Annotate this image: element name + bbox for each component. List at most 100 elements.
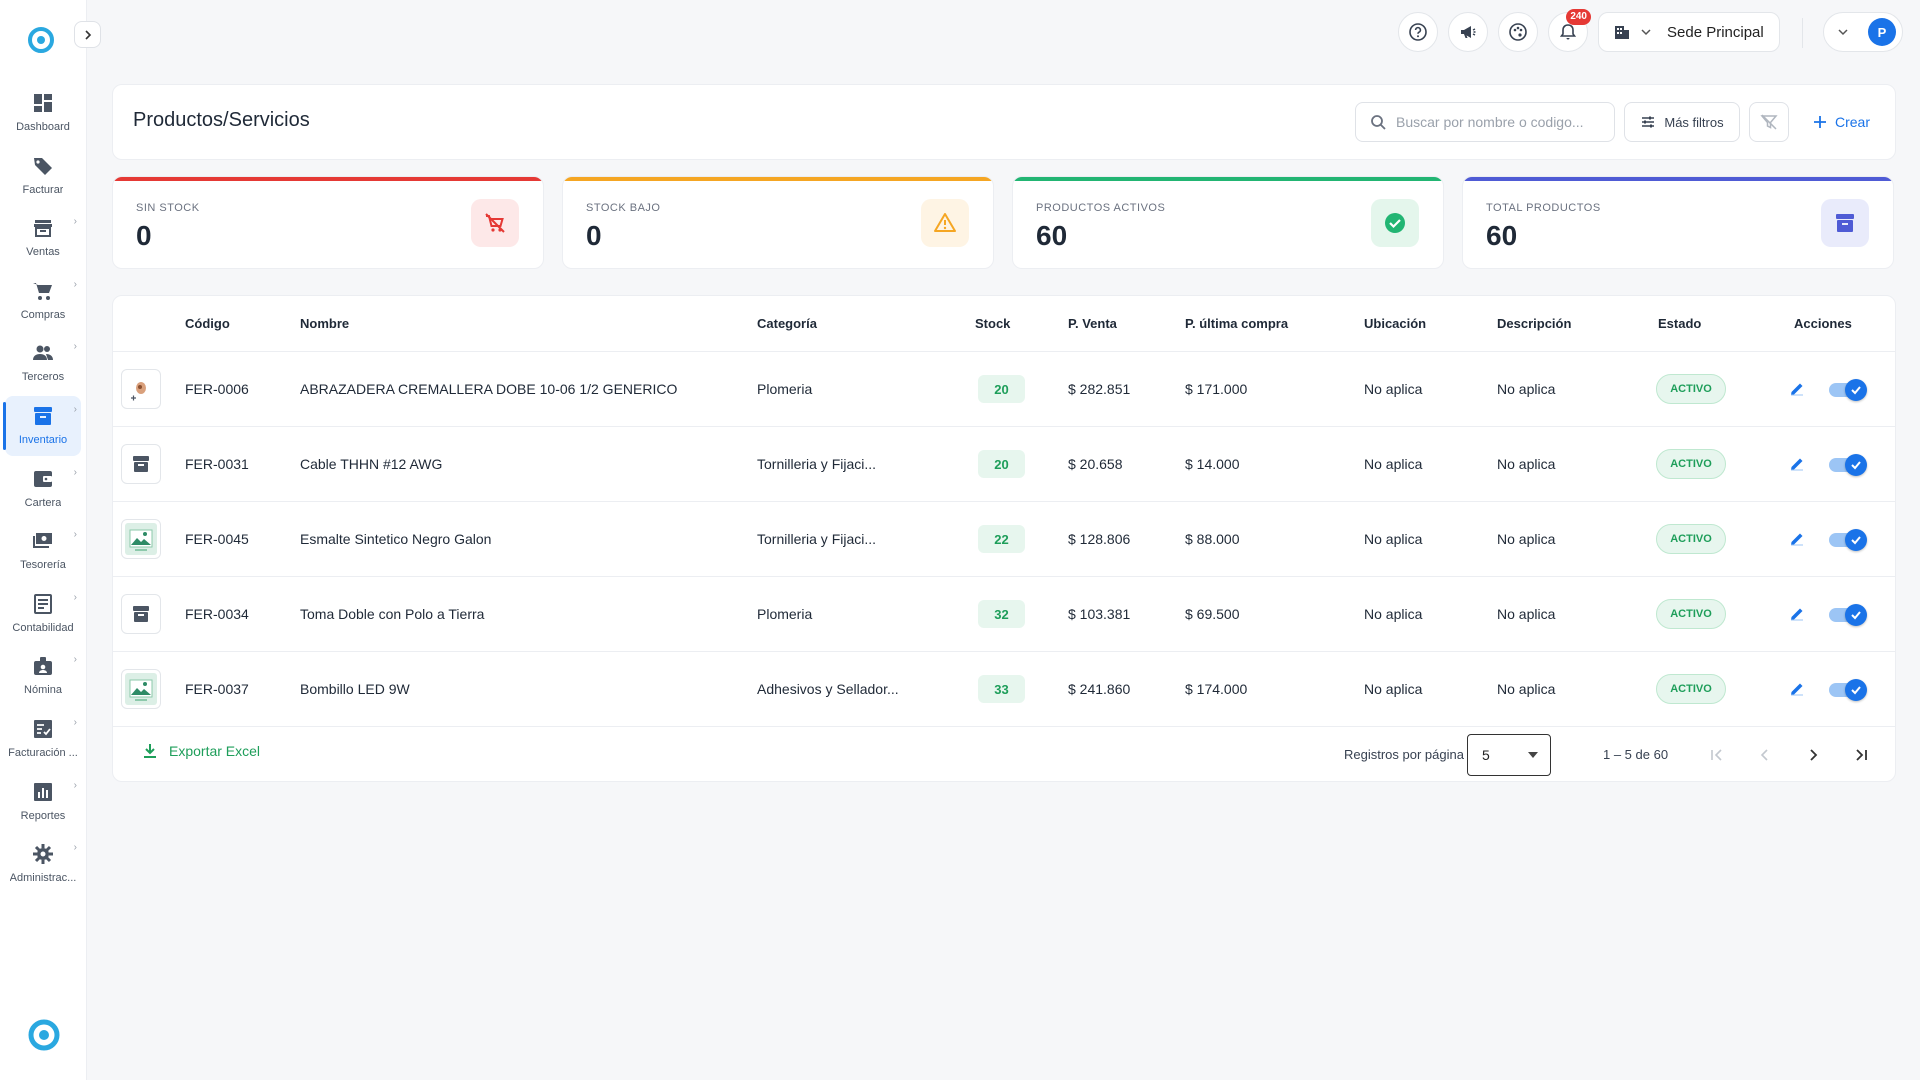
page-title: Productos/Servicios [133,109,310,131]
first-page-button[interactable] [1702,740,1732,770]
building-icon [1615,26,1629,39]
page-header: Productos/Servicios Más filtros Crear [112,84,1896,160]
pencil-icon [1791,383,1803,396]
sidebar-item-terceros[interactable]: Terceros › [5,333,81,393]
stock-badge: 20 [978,375,1025,403]
stock-badge: 22 [978,525,1025,553]
toggle-knob [1845,454,1867,476]
stat-card-sin-stock: SIN STOCK 0 [112,176,544,269]
col-header-ubicacion[interactable]: Ubicación [1364,316,1426,331]
product-thumbnail[interactable] [121,444,161,484]
more-filters-button[interactable]: Más filtros [1624,102,1740,142]
cell-category: Tornilleria y Fijaci... [757,531,877,547]
sidebar-item-facturación[interactable]: Facturación ... › [5,709,81,769]
prev-page-button[interactable] [1750,740,1780,770]
edit-button[interactable] [1786,378,1808,400]
col-header-codigo[interactable]: Código [185,316,230,331]
col-header-descripcion[interactable]: Descripción [1497,316,1571,331]
col-header-estado[interactable]: Estado [1658,316,1701,331]
status-badge: ACTIVO [1656,524,1726,554]
cell-location: No aplica [1364,606,1423,622]
no-cart-icon [485,213,505,233]
edit-button[interactable] [1786,603,1808,625]
table-row[interactable]: FER-0006 ABRAZADERA CREMALLERA DOBE 10-06… [113,352,1895,427]
branch-selector[interactable]: Sede Principal [1598,12,1780,52]
sidebar-item-reportes[interactable]: Reportes › [5,772,81,832]
edit-button[interactable] [1786,528,1808,550]
export-excel-button[interactable]: Exportar Excel [143,743,260,759]
cell-name: ABRAZADERA CREMALLERA DOBE 10-06 1/2 GEN… [300,381,678,397]
sidebar-item-nómina[interactable]: Nómina › [5,646,81,706]
sidebar-item-label: Administrac... [9,872,77,885]
stat-value: 0 [136,220,152,251]
edit-button[interactable] [1786,453,1808,475]
active-toggle[interactable] [1829,604,1867,626]
avatar: P [1868,18,1896,46]
product-thumbnail[interactable] [121,594,161,634]
check-icon [1851,686,1861,695]
sidebar-item-ventas[interactable]: Ventas › [5,208,81,268]
sidebar-toggle-button[interactable] [74,21,101,48]
toggle-knob [1845,679,1867,701]
branch-name: Sede Principal [1667,23,1764,41]
col-header-nombre[interactable]: Nombre [300,316,349,331]
col-header-stock[interactable]: Stock [975,316,1010,331]
table-row[interactable]: FER-0037 Bombillo LED 9W Adhesivos y Sella… [113,652,1895,727]
notification-count-badge: 240 [1566,9,1591,25]
sidebar-item-facturar[interactable]: Facturar [5,146,81,206]
sidebar-item-administrac[interactable]: Administrac... › [5,834,81,894]
sidebar-item-cartera[interactable]: Cartera › [5,459,81,519]
per-page-label: Registros por página [1344,747,1464,762]
notifications-button[interactable]: 240 [1548,9,1591,52]
chevron-right-icon [1810,749,1818,761]
search-box[interactable] [1355,102,1615,142]
chevron-right-icon: › [73,717,77,728]
sidebar-item-inventario[interactable]: Inventario › [3,396,81,456]
table-row[interactable]: FER-0031 Cable THHN #12 AWG Tornilleria y … [113,427,1895,502]
active-toggle[interactable] [1829,679,1867,701]
cell-name: Bombillo LED 9W [300,681,410,697]
help-icon [1409,23,1427,41]
last-page-button[interactable] [1846,740,1876,770]
cell-location: No aplica [1364,381,1423,397]
product-thumbnail[interactable] [121,669,161,709]
col-header-precio-venta[interactable]: P. Venta [1068,316,1117,331]
col-header-ultima-compra[interactable]: P. última compra [1185,316,1288,331]
edit-button[interactable] [1786,678,1808,700]
create-button[interactable]: Crear [1803,102,1880,142]
sidebar-item-label: Inventario [18,434,68,446]
sidebar-item-tesorería[interactable]: Tesorería › [5,521,81,581]
sidebar-item-label: Tesorería [20,559,66,572]
app-logo[interactable] [27,26,55,54]
table-row[interactable]: FER-0034 Toma Doble con Polo a Tierra Plom… [113,577,1895,652]
cell-price: $ 20.658 [1068,456,1123,472]
active-toggle[interactable] [1829,454,1867,476]
active-toggle[interactable] [1829,379,1867,401]
user-menu[interactable]: P [1823,12,1903,52]
product-thumbnail[interactable] [121,369,161,409]
theme-button[interactable] [1498,12,1538,52]
check-icon [1851,611,1861,620]
sidebar-item-contabilidad[interactable]: Contabilidad › [5,584,81,644]
search-input[interactable] [1396,114,1596,130]
next-page-button[interactable] [1798,740,1828,770]
col-header-categoria[interactable]: Categoría [757,316,817,331]
cell-last-price: $ 88.000 [1185,531,1240,547]
sidebar-item-dashboard[interactable]: Dashboard [5,83,81,143]
stock-badge: 33 [978,675,1025,703]
active-toggle[interactable] [1829,529,1867,551]
palette-icon [1509,23,1527,41]
per-page-select[interactable]: 5 [1467,734,1551,776]
table-footer: Exportar Excel Registros por página 5 1 … [113,727,1895,782]
clear-filters-button[interactable] [1749,102,1789,142]
help-button[interactable] [1398,12,1438,52]
download-icon [144,744,156,758]
sidebar-item-compras[interactable]: Compras › [5,271,81,331]
toggle-knob [1845,604,1867,626]
sidebar-item-label: Ventas [26,246,60,259]
table-row[interactable]: FER-0045 Esmalte Sintetico Negro Galon Tor… [113,502,1895,577]
stat-icon-box [921,199,969,247]
announcements-button[interactable] [1448,12,1488,52]
warning-icon [934,213,956,232]
product-thumbnail[interactable] [121,519,161,559]
